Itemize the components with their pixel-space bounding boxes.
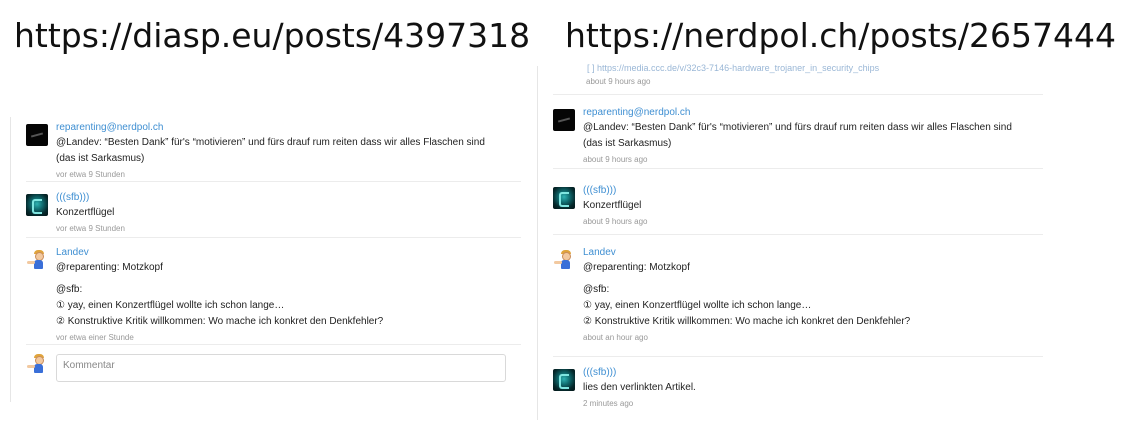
avatar[interactable] [26, 124, 48, 146]
comment-line: @Landev: “Besten Dank” für's “motivieren… [583, 122, 1012, 133]
avatar[interactable] [26, 249, 48, 271]
comment-timestamp[interactable]: about 9 hours ago [586, 77, 651, 86]
right-url-title: https://nerdpol.ch/posts/2657444 [565, 16, 1116, 55]
comment-input[interactable]: Kommentar [56, 354, 506, 382]
comment-author[interactable]: (((sfb))) [583, 184, 1043, 198]
comment-line: @reparenting: Motzkopf [56, 262, 163, 273]
comment-timestamp[interactable]: about 9 hours ago [583, 154, 1043, 166]
comment-text: lies den verlinkten Artikel. [583, 380, 1043, 396]
truncated-link[interactable]: [ ] https://media.ccc.de/v/32c3-7146-har… [587, 63, 879, 73]
comment-line: (das ist Sarkasmus) [583, 138, 672, 149]
avatar [26, 353, 48, 375]
comment-text: Konzertflügel [56, 205, 521, 221]
avatar[interactable] [26, 194, 48, 216]
comment-timestamp[interactable]: about 9 hours ago [583, 216, 1043, 228]
comment-line: ② Konstruktive Kritik willkommen: Wo mac… [583, 316, 911, 327]
avatar[interactable] [553, 249, 575, 271]
left-url-title: https://diasp.eu/posts/4397318 [14, 16, 531, 55]
comment-author[interactable]: reparenting@nerdpol.ch [583, 106, 1043, 120]
comment-timestamp[interactable]: about an hour ago [583, 332, 1043, 344]
comment: Landev @reparenting: Motzkopf @sfb: ① ya… [26, 246, 521, 345]
comment-line: ① yay, einen Konzertflügel wollte ich sc… [583, 300, 812, 311]
comment-line: ② Konstruktive Kritik willkommen: Wo mac… [56, 316, 384, 327]
comment-text: Konzertflügel [583, 198, 1043, 214]
comment-timestamp[interactable]: vor etwa 9 Stunden [56, 223, 521, 235]
comment-line: ① yay, einen Konzertflügel wollte ich sc… [56, 300, 285, 311]
comment-line: lies den verlinkten Artikel. [583, 382, 696, 393]
comment: reparenting@nerdpol.ch @Landev: “Besten … [553, 106, 1043, 169]
comment-timestamp[interactable]: vor etwa einer Stunde [56, 332, 521, 344]
comment-text: @reparenting: Motzkopf @sfb: ① yay, eine… [583, 260, 1043, 330]
comment-line: @reparenting: Motzkopf [583, 262, 690, 273]
comment-timestamp[interactable]: vor etwa 9 Stunden [56, 169, 521, 181]
comment-timestamp[interactable]: 2 minutes ago [583, 398, 1043, 410]
avatar[interactable] [553, 109, 575, 131]
comment-line: @sfb: [56, 284, 83, 295]
right-comment-thread: [ ] https://media.ccc.de/v/32c3-7146-har… [537, 63, 1043, 420]
left-comment-thread: reparenting@nerdpol.ch @Landev: “Besten … [10, 117, 521, 402]
comment-author[interactable]: Landev [56, 246, 521, 260]
comment: Landev @reparenting: Motzkopf @sfb: ① ya… [553, 246, 1043, 357]
comment-text: @reparenting: Motzkopf @sfb: ① yay, eine… [56, 260, 521, 330]
comment-line: @Landev: “Besten Dank” für's “motivieren… [56, 137, 485, 148]
comment-text: @Landev: “Besten Dank” für's “motivieren… [583, 120, 1043, 152]
comment: (((sfb))) Konzertflügel about 9 hours ag… [553, 184, 1043, 235]
comment-author[interactable]: (((sfb))) [56, 191, 521, 205]
comment-author[interactable]: Landev [583, 246, 1043, 260]
comment-author[interactable]: (((sfb))) [583, 366, 1043, 380]
comment-text: @Landev: “Besten Dank” für's “motivieren… [56, 135, 521, 167]
comment: (((sfb))) lies den verlinkten Artikel. 2… [553, 366, 1043, 416]
comment: (((sfb))) Konzertflügel vor etwa 9 Stund… [26, 191, 521, 238]
comment: reparenting@nerdpol.ch @Landev: “Besten … [26, 121, 521, 182]
avatar[interactable] [553, 187, 575, 209]
comment-line: @sfb: [583, 284, 610, 295]
comment-line: Konzertflügel [583, 200, 642, 211]
comment-author[interactable]: reparenting@nerdpol.ch [56, 121, 521, 135]
comment-line: Konzertflügel [56, 207, 115, 218]
avatar[interactable] [553, 369, 575, 391]
comment-line: (das ist Sarkasmus) [56, 153, 145, 164]
